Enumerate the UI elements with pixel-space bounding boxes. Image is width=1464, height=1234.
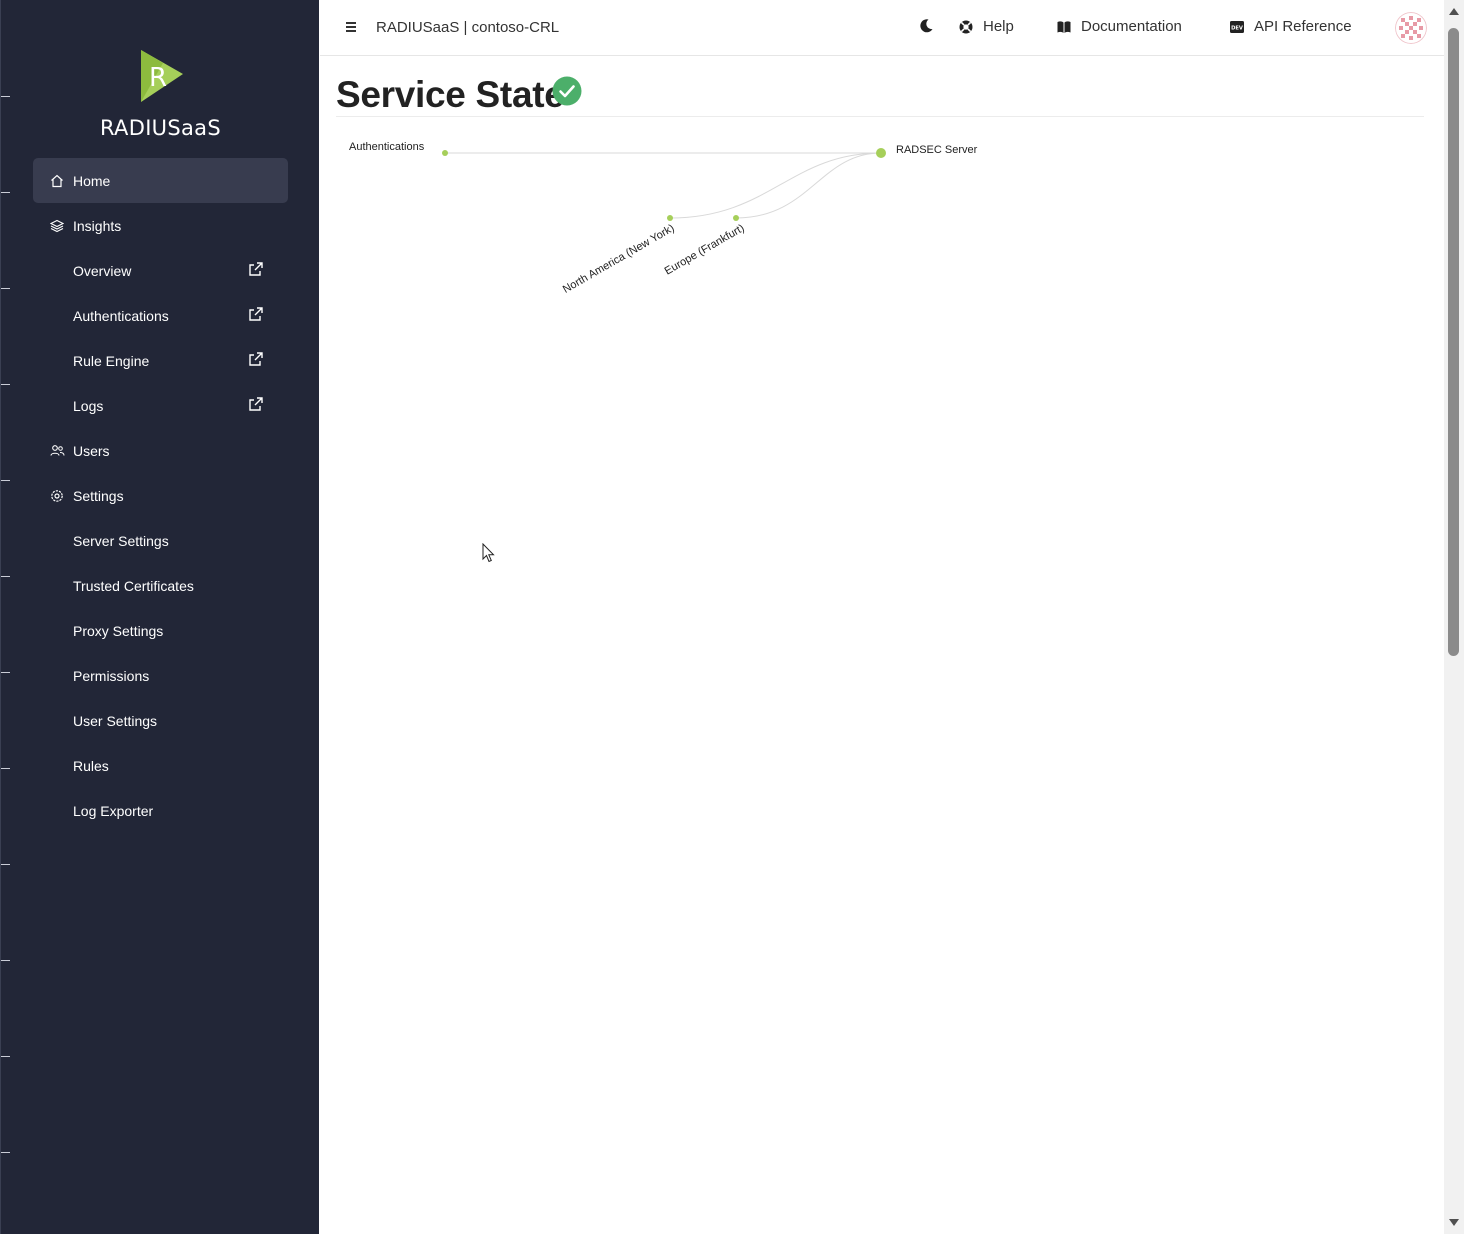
title-divider [336, 116, 1424, 117]
sidebar-item-rules[interactable]: Rules [33, 743, 288, 788]
sidebar-item-trusted-certificates[interactable]: Trusted Certificates [33, 563, 288, 608]
sidebar-item-overview[interactable]: Overview [33, 248, 288, 293]
node-label-north-america: North America (New York) [561, 222, 677, 296]
sidebar-item-label: User Settings [73, 712, 158, 729]
external-link-icon [249, 307, 263, 321]
link-north-america-radsec [669, 152, 882, 219]
sidebar-item-label: Users [73, 442, 110, 459]
edge-tick [1, 1056, 10, 1057]
gear-icon [49, 488, 65, 504]
edge-tick [1, 864, 10, 865]
external-link-icon [249, 352, 263, 366]
sidebar-item-label: Permissions [73, 667, 150, 684]
dev-badge-icon: DEV [1230, 20, 1244, 33]
sidebar-item-logs[interactable]: Logs [33, 383, 288, 428]
scrollbar-thumb[interactable] [1448, 28, 1459, 656]
edge-tick [1, 480, 10, 481]
node-north-america[interactable] [667, 215, 673, 221]
book-icon [1057, 20, 1071, 33]
node-radsec-server[interactable] [876, 148, 886, 158]
sidebar-item-user-settings[interactable]: User Settings [33, 698, 288, 743]
sidebar-item-permissions[interactable]: Permissions [33, 653, 288, 698]
sidebar-item-label: Rule Engine [73, 352, 150, 369]
logo-letter: R [149, 63, 167, 93]
sidebar-item-proxy-settings[interactable]: Proxy Settings [33, 608, 288, 653]
sidebar-item-label: Overview [73, 262, 132, 279]
home-icon [49, 173, 65, 189]
sidebar-item-rule-engine[interactable]: Rule Engine [33, 338, 288, 383]
page-scrollbar[interactable] [1444, 0, 1464, 1234]
sidebar-item-users[interactable]: Users [33, 428, 288, 473]
sidebar-item-label: Insights [73, 217, 122, 234]
lifebuoy-icon [959, 20, 973, 33]
edge-tick [1, 384, 10, 385]
layers-icon [49, 218, 65, 234]
link-europe-radsec [735, 152, 882, 219]
users-icon [49, 443, 65, 459]
api-reference-button[interactable]: DEV API Reference [1229, 18, 1352, 35]
sidebar-item-label: Home [73, 172, 111, 189]
api-reference-label: API Reference [1254, 18, 1352, 35]
sidebar-item-label: Proxy Settings [73, 622, 164, 639]
external-link-icon [249, 262, 263, 276]
sidebar-item-log-exporter[interactable]: Log Exporter [33, 788, 288, 833]
edge-tick [1, 672, 10, 673]
sidebar-item-label: Server Settings [73, 532, 169, 549]
edge-tick [1, 288, 10, 289]
mouse-cursor-icon [482, 543, 495, 563]
theme-toggle-button[interactable] [918, 18, 943, 34]
check-circle-icon [552, 76, 582, 106]
documentation-button[interactable]: Documentation [1056, 18, 1182, 35]
scroll-down-arrow-icon[interactable] [1449, 1219, 1459, 1226]
edge-tick [1, 576, 10, 577]
sidebar-item-label: Log Exporter [73, 802, 154, 819]
sidebar-item-authentications[interactable]: Authentications [33, 293, 288, 338]
sidebar-item-label: Logs [73, 397, 104, 414]
node-authentications[interactable] [442, 150, 448, 156]
sidebar-item-server-settings[interactable]: Server Settings [33, 518, 288, 563]
radiusaas-logo-icon: R [140, 50, 183, 102]
user-avatar[interactable] [1395, 12, 1427, 44]
documentation-label: Documentation [1081, 18, 1182, 35]
brand-name: RADIUSaaS [100, 116, 221, 140]
brand[interactable]: R RADIUSaaS [1, 50, 320, 140]
edge-tick [1, 192, 10, 193]
moon-icon [920, 19, 933, 33]
node-label-radsec-server: RADSEC Server [896, 144, 978, 156]
service-flow-graph: Authentications RADSEC Server North Amer… [349, 141, 978, 296]
edge-tick [1, 960, 10, 961]
sidebar-item-home[interactable]: Home [33, 158, 288, 203]
edge-tick [1, 1152, 10, 1153]
sidebar: R RADIUSaaS Home Insights Overview Authe… [0, 0, 319, 1234]
node-label-authentications: Authentications [349, 141, 425, 153]
node-europe[interactable] [733, 215, 739, 221]
svg-text:DEV: DEV [1231, 25, 1243, 31]
sidebar-item-label: Authentications [73, 307, 169, 324]
help-button[interactable]: Help [958, 18, 1014, 35]
hamburger-menu-icon[interactable] [346, 22, 358, 34]
topbar: RADIUSaaS | contoso-CRL Help Documentati… [320, 0, 1444, 56]
sidebar-item-label: Settings [73, 487, 124, 504]
sidebar-nav: Home Insights Overview Authentications R… [33, 158, 288, 833]
app-title: RADIUSaaS | contoso-CRL [376, 19, 560, 36]
sidebar-item-insights[interactable]: Insights [33, 203, 288, 248]
sidebar-item-label: Trusted Certificates [73, 577, 194, 594]
edge-tick [1, 768, 10, 769]
sidebar-item-label: Rules [73, 757, 109, 774]
sidebar-item-settings[interactable]: Settings [33, 473, 288, 518]
help-label: Help [983, 18, 1014, 35]
page-title: Service State [336, 74, 565, 115]
scroll-up-arrow-icon[interactable] [1449, 8, 1459, 15]
external-link-icon [249, 397, 263, 411]
